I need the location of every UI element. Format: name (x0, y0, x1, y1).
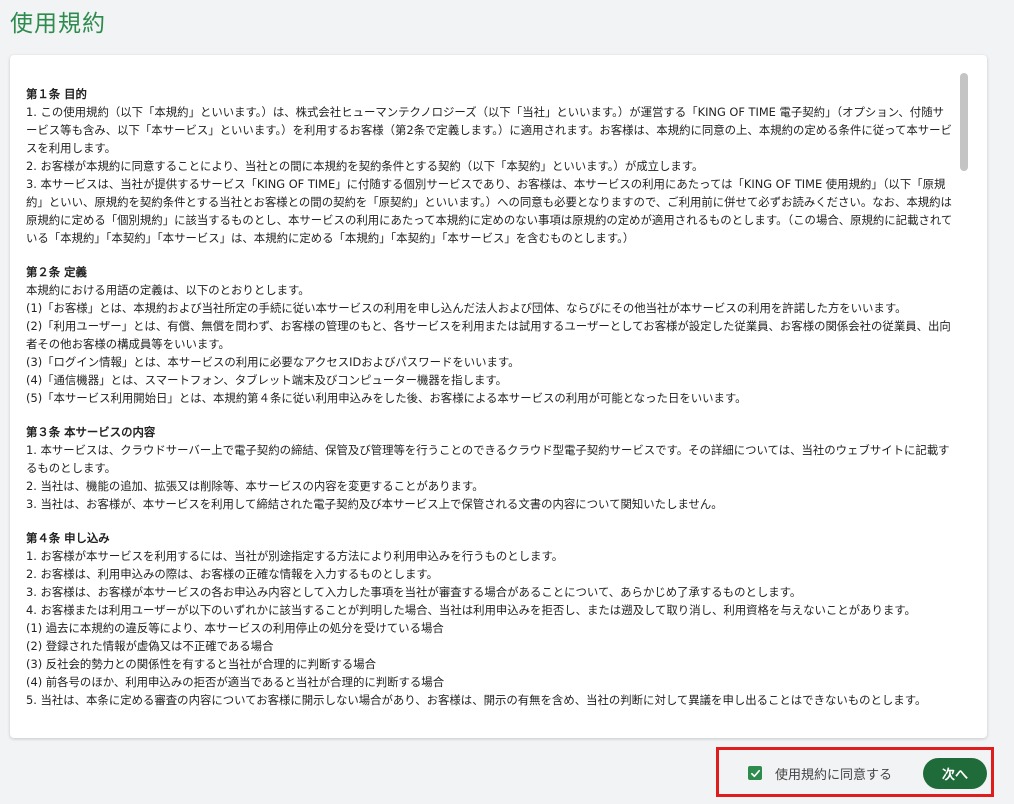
section-paragraph: 4. お客様または利用ユーザーが以下のいずれかに該当することが判明した場合、当社… (26, 603, 916, 617)
terms-section: 第２条 定義本規約における用語の定義は、以下のとおりとします。 (1)「お客様」と… (26, 263, 954, 407)
next-button[interactable]: 次へ (923, 758, 987, 789)
section-paragraph: (5)「本サービス利用開始日」とは、本規約第４条に従い利用申込みをした後、お客様… (26, 391, 747, 405)
scrollbar-thumb[interactable] (960, 73, 968, 171)
section-paragraph: (2) 登録された情報が虚偽又は不正確である場合 (26, 639, 274, 653)
agree-label[interactable]: 使用規約に同意する (775, 764, 892, 783)
section-paragraph: 1. 本サービスは、クラウドサーバー上で電子契約の締結、保管及び管理等を行うこと… (26, 443, 950, 475)
section-paragraph: (2)「利用ユーザー」とは、有償、無償を問わず、お客様の管理のもと、各サービスを… (26, 319, 951, 351)
section-paragraph: (1)「お客様」とは、本規約および当社所定の手続に従い本サービスの利用を申し込ん… (26, 301, 907, 315)
terms-section: 第３条 本サービスの内容 1. 本サービスは、クラウドサーバー上で電子契約の締結、… (26, 423, 954, 513)
terms-section: 第４条 申し込み 1. お客様が本サービスを利用するには、当社が別途指定する方法に… (26, 529, 954, 709)
page-title: 使用規約 (10, 11, 106, 37)
section-paragraph: 3. 当社は、お客様が、本サービスを利用して締結された電子契約及び本サービス上で… (26, 497, 723, 511)
section-paragraph: 1. お客様が本サービスを利用するには、当社が別途指定する方法により利用申込みを… (26, 549, 564, 563)
section-paragraph: 本規約における用語の定義は、以下のとおりとします。 (26, 283, 310, 297)
section-paragraph: 1. この使用規約（以下「本規約」といいます。）は、株式会社ヒューマンテクノロジ… (26, 105, 952, 155)
section-heading: 第４条 申し込み (26, 531, 110, 545)
section-paragraph: 2. お客様が本規約に同意することにより、当社との間に本規約を契約条件とする契約… (26, 159, 704, 173)
section-paragraph: (4)「通信機器」とは、スマートフォン、タブレット端末及びコンピューター機器を指… (26, 373, 507, 387)
section-paragraph: 3. お客様は、お客様が本サービスの各お申込み内容として入力した事項を当社が審査… (26, 585, 802, 599)
section-heading: 第２条 定義 (26, 265, 87, 279)
section-paragraph: 2. お客様は、利用申込みの際は、お客様の正確な情報を入力するものとします。 (26, 567, 439, 581)
terms-section: 第１条 目的 1. この使用規約（以下「本規約」といいます。）は、株式会社ヒューマ… (26, 85, 954, 247)
section-paragraph: (1) 過去に本規約の違反等により、本サービスの利用停止の処分を受けている場合 (26, 621, 444, 635)
section-paragraph: 5. 当社は、本条に定める審査の内容についてお客様に開示しない場合があり、お客様… (26, 693, 927, 707)
section-paragraph: 3. 本サービスは、当社が提供するサービス「KING OF TIME」に付随する… (26, 177, 953, 245)
section-paragraph: 2. 当社は、機能の追加、拡張又は削除等、本サービスの内容を変更することがありま… (26, 479, 484, 493)
agree-checkbox[interactable] (748, 766, 762, 780)
scrollbar[interactable] (960, 73, 968, 723)
section-heading: 第１条 目的 (26, 87, 87, 101)
section-paragraph: (4) 前各号のほか、利用申込みの拒否が適当であると当社が合理的に判断する場合 (26, 675, 445, 689)
section-paragraph: (3)「ログイン情報」とは、本サービスの利用に必要なアクセスIDおよびパスワード… (26, 355, 520, 369)
section-paragraph: (3) 反社会的勢力との関係性を有すると当社が合理的に判断する場合 (26, 657, 376, 671)
terms-content[interactable]: 第１条 目的 1. この使用規約（以下「本規約」といいます。）は、株式会社ヒューマ… (26, 85, 954, 722)
terms-card: 第１条 目的 1. この使用規約（以下「本規約」といいます。）は、株式会社ヒューマ… (10, 55, 987, 738)
section-heading: 第３条 本サービスの内容 (26, 425, 156, 439)
checkmark-icon (750, 769, 760, 777)
